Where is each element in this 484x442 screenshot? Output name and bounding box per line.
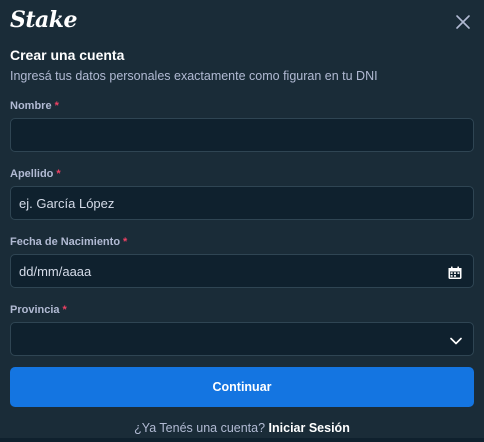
- provincia-dropdown-toggle[interactable]: [450, 337, 462, 345]
- fecha-nacimiento-placeholder: dd/mm/aaaa: [19, 263, 92, 279]
- bottom-edge: [0, 438, 484, 442]
- login-prompt-text: ¿Ya Tenés una cuenta?: [134, 421, 266, 435]
- apellido-placeholder: ej. García López: [19, 195, 115, 211]
- form-title: Crear una cuenta: [10, 47, 125, 63]
- required-mark: *: [62, 304, 67, 316]
- field-fecha-nacimiento: Fecha de Nacimiento * dd/mm/aaaa: [10, 235, 474, 288]
- close-icon: [456, 15, 470, 29]
- apellido-label: Apellido *: [10, 168, 61, 180]
- required-mark: *: [54, 100, 59, 112]
- chevron-down-icon: [450, 337, 462, 345]
- required-mark: *: [56, 168, 61, 180]
- nombre-input[interactable]: [10, 118, 474, 152]
- provincia-label: Provincia *: [10, 304, 67, 316]
- fecha-nacimiento-input[interactable]: dd/mm/aaaa: [10, 254, 474, 288]
- field-provincia: Provincia *: [10, 303, 474, 356]
- modal-header: Stake: [10, 0, 474, 44]
- calendar-button[interactable]: [448, 266, 462, 280]
- continuar-button[interactable]: Continuar: [10, 367, 474, 407]
- form-subtitle: Ingresá tus datos personales exactamente…: [10, 69, 378, 83]
- fecha-nacimiento-label: Fecha de Nacimiento *: [10, 236, 128, 248]
- provincia-select[interactable]: [10, 322, 474, 356]
- required-mark: *: [123, 236, 128, 248]
- calendar-icon: [448, 266, 462, 279]
- iniciar-sesion-link[interactable]: Iniciar Sesión: [269, 421, 350, 435]
- register-modal: Stake Crear una cuenta Ingresá tus datos…: [0, 0, 484, 442]
- login-prompt: ¿Ya Tenés una cuenta? Iniciar Sesión: [0, 421, 484, 435]
- stake-logo[interactable]: Stake: [10, 7, 78, 33]
- field-nombre: Nombre *: [10, 99, 474, 152]
- apellido-input[interactable]: ej. García López: [10, 186, 474, 220]
- field-apellido: Apellido * ej. García López: [10, 167, 474, 220]
- close-button[interactable]: [454, 13, 472, 31]
- nombre-label: Nombre *: [10, 100, 59, 112]
